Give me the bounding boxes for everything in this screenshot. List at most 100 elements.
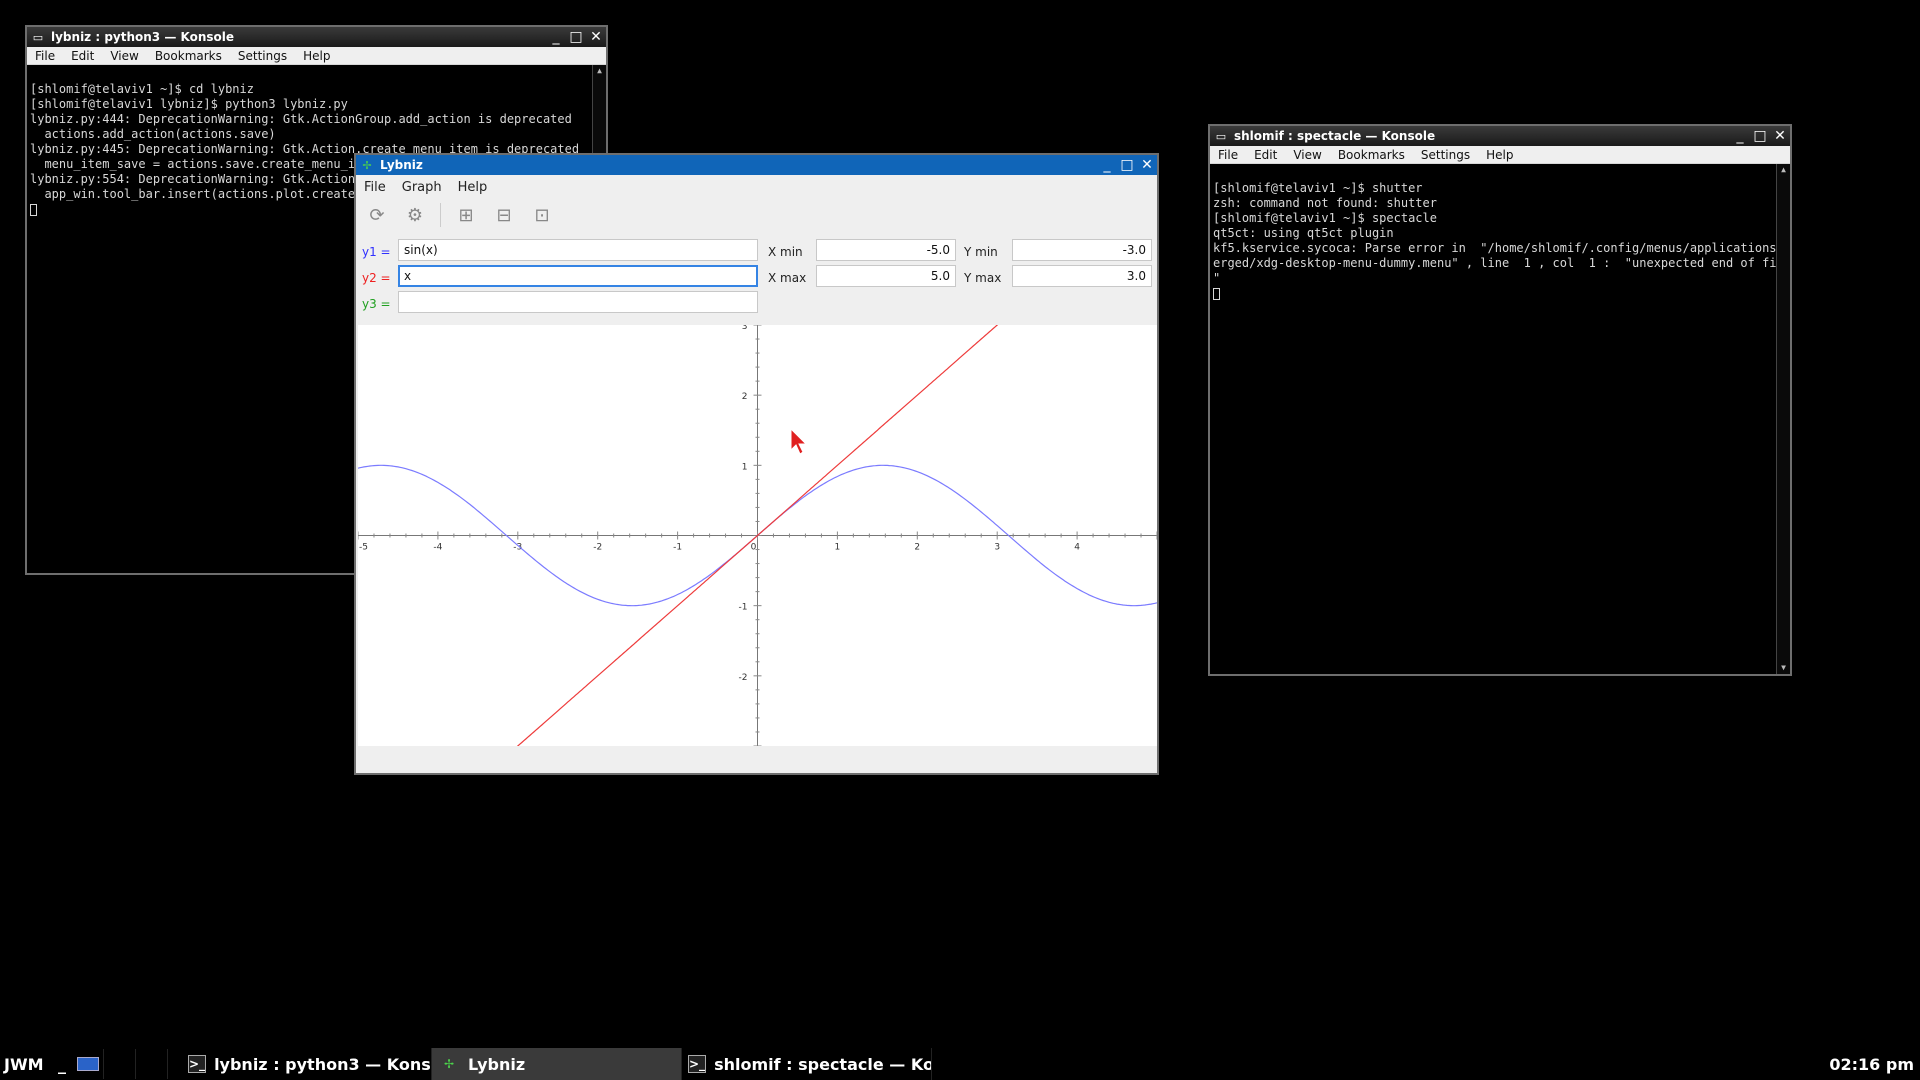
window-title: Lybniz — [380, 158, 423, 172]
mouse-pointer-icon — [790, 428, 808, 455]
x-tick-label: 0 — [751, 543, 757, 553]
y2-input[interactable]: x — [398, 265, 758, 287]
minimize-icon[interactable]: _ — [1097, 155, 1117, 175]
task-label: lybniz : python3 — Konsole — [214, 1054, 431, 1074]
taskbar-task-konsole-spectacle[interactable]: >_ shlomif : spectacle — Konsole — [682, 1048, 932, 1080]
y1-input[interactable]: sin(x) — [398, 239, 758, 261]
menu-help[interactable]: Help — [1478, 148, 1521, 162]
pager-window-icon — [76, 1057, 99, 1071]
menu-edit[interactable]: Edit — [1246, 148, 1285, 162]
show-desktop-button[interactable]: _ — [58, 1055, 72, 1074]
refresh-icon[interactable]: ⟳ — [364, 202, 390, 228]
terminal-line: actions.add_action(actions.save) — [30, 127, 276, 141]
clock[interactable]: 02:16 pm — [1829, 1055, 1914, 1074]
terminal-line: [shlomif@telaviv1 lybniz]$ python3 lybni… — [30, 97, 348, 111]
terminal-line: " — [1213, 271, 1221, 285]
menu-graph[interactable]: Graph — [394, 180, 450, 195]
menu-help[interactable]: Help — [450, 180, 496, 195]
y3-input[interactable] — [398, 291, 758, 313]
menu-view[interactable]: View — [1285, 148, 1329, 162]
taskbar-task-lybniz[interactable]: ✢ Lybniz — [432, 1048, 682, 1080]
lybniz-window[interactable]: ✢ Lybniz _ □ ✕ File Graph Help ⟳ ⚙ ⊞ ⊟ ⊡… — [354, 153, 1159, 817]
menubar: File Edit View Bookmarks Settings Help — [27, 47, 606, 65]
window-titlebar[interactable]: ✢ Lybniz _ □ ✕ — [356, 155, 1157, 175]
close-icon[interactable]: ✕ — [1137, 155, 1157, 175]
y-tick-label: 1 — [742, 462, 748, 472]
window-titlebar[interactable]: ▭ shlomif : spectacle — Konsole _ □ ✕ — [1210, 126, 1790, 146]
terminal-icon: ▭ — [1215, 129, 1227, 143]
lybniz-icon: ✢ — [362, 158, 372, 172]
menu-settings[interactable]: Settings — [1413, 148, 1478, 162]
x-tick-label: 2 — [914, 543, 920, 553]
y1-label: y1 = — [362, 245, 391, 259]
xmax-input[interactable]: 5.0 — [816, 265, 956, 287]
ymin-label: Y min — [964, 245, 998, 259]
minimize-icon[interactable]: _ — [1730, 126, 1750, 146]
pager-desktop-1[interactable] — [72, 1049, 104, 1079]
menu-settings[interactable]: Settings — [230, 49, 295, 63]
close-icon[interactable]: ✕ — [586, 27, 606, 47]
scroll-down-icon[interactable]: ▼ — [1777, 662, 1790, 674]
window-title: shlomif : spectacle — Konsole — [1234, 129, 1436, 143]
menu-bookmarks[interactable]: Bookmarks — [1330, 148, 1413, 162]
menu-help[interactable]: Help — [295, 49, 338, 63]
terminal-line: [shlomif@telaviv1 ~]$ cd lybniz — [30, 82, 254, 96]
taskbar-task-konsole-lybniz[interactable]: >_ lybniz : python3 — Konsole — [182, 1048, 432, 1080]
menubar: File Edit View Bookmarks Settings Help — [1210, 146, 1790, 164]
terminal-line: [shlomif@telaviv1 ~]$ spectacle — [1213, 211, 1437, 225]
window-titlebar[interactable]: ▭ lybniz : python3 — Konsole _ □ ✕ — [27, 27, 606, 47]
menu-file[interactable]: File — [356, 180, 394, 195]
connect-points-icon[interactable]: ⚙ — [402, 202, 428, 228]
x-tick-label: -5 — [359, 543, 368, 553]
task-label: Lybniz — [468, 1054, 526, 1074]
maximize-icon[interactable]: □ — [1750, 126, 1770, 146]
terminal-output[interactable]: [shlomif@telaviv1 ~]$ shutter zsh: comman… — [1210, 164, 1790, 674]
scrollbar[interactable]: ▲ ▼ — [1776, 164, 1790, 674]
pager-desktop-3[interactable] — [136, 1049, 168, 1079]
zoom-out-icon[interactable]: ⊟ — [491, 202, 517, 228]
ymax-input[interactable]: 3.0 — [1012, 265, 1152, 287]
task-label: shlomif : spectacle — Konsole — [714, 1054, 931, 1074]
close-icon[interactable]: ✕ — [1770, 126, 1790, 146]
zoom-in-icon[interactable]: ⊞ — [453, 202, 479, 228]
ymax-label: Y max — [964, 271, 1002, 285]
taskbar: JWM _ >_ lybniz : python3 — Konsole ✢ Ly… — [0, 1048, 1920, 1080]
x-tick-label: -1 — [673, 543, 682, 553]
graph-canvas[interactable]: -5 -4 -3 -2 -1 0 1 2 3 4 3 2 1 -1 -2 — [357, 254, 1158, 817]
menu-view[interactable]: View — [102, 49, 146, 63]
y-tick-label: 2 — [742, 392, 748, 402]
menu-edit[interactable]: Edit — [63, 49, 102, 63]
pager-desktop-2[interactable] — [104, 1049, 136, 1079]
zoom-reset-icon[interactable]: ⊡ — [529, 202, 555, 228]
scroll-up-icon[interactable]: ▲ — [1777, 164, 1790, 176]
menu-bookmarks[interactable]: Bookmarks — [147, 49, 230, 63]
scroll-up-icon[interactable]: ▲ — [593, 65, 606, 77]
maximize-icon[interactable]: □ — [1117, 155, 1137, 175]
toolbar: ⟳ ⚙ ⊞ ⊟ ⊡ — [356, 199, 1157, 231]
maximize-icon[interactable]: □ — [566, 27, 586, 47]
menubar: File Graph Help — [356, 175, 1157, 199]
x-tick-label: -4 — [433, 543, 442, 553]
graph-plot: -5 -4 -3 -2 -1 0 1 2 3 4321-1-2 — [357, 254, 1158, 817]
x-tick-label: 1 — [835, 543, 841, 553]
minimize-icon[interactable]: _ — [546, 27, 566, 47]
x-tick-label: -2 — [593, 543, 602, 553]
terminal-line: kf5.kservice.sycoca: Parse error in "/ho… — [1213, 241, 1790, 255]
jwm-menu-button[interactable]: JWM — [0, 1055, 58, 1074]
terminal-icon: >_ — [188, 1055, 207, 1073]
terminal-line: qt5ct: using qt5ct plugin — [1213, 226, 1394, 240]
desktop-pager[interactable] — [72, 1048, 182, 1080]
xmax-label: X max — [768, 271, 807, 285]
y2-label: y2 = — [362, 271, 391, 285]
menu-file[interactable]: File — [1210, 148, 1246, 162]
y-tick-label: -2 — [739, 673, 748, 683]
terminal-line: lybniz.py:444: DeprecationWarning: Gtk.A… — [30, 112, 572, 126]
lybniz-icon: ✢ — [443, 1057, 455, 1071]
xmin-input[interactable]: -5.0 — [816, 239, 956, 261]
y3-label: y3 = — [362, 297, 391, 311]
terminal-icon: >_ — [688, 1055, 707, 1073]
konsole-window-spectacle[interactable]: ▭ shlomif : spectacle — Konsole _ □ ✕ Fi… — [1208, 124, 1792, 676]
menu-file[interactable]: File — [27, 49, 63, 63]
ymin-input[interactable]: -3.0 — [1012, 239, 1152, 261]
window-title: lybniz : python3 — Konsole — [51, 30, 235, 44]
